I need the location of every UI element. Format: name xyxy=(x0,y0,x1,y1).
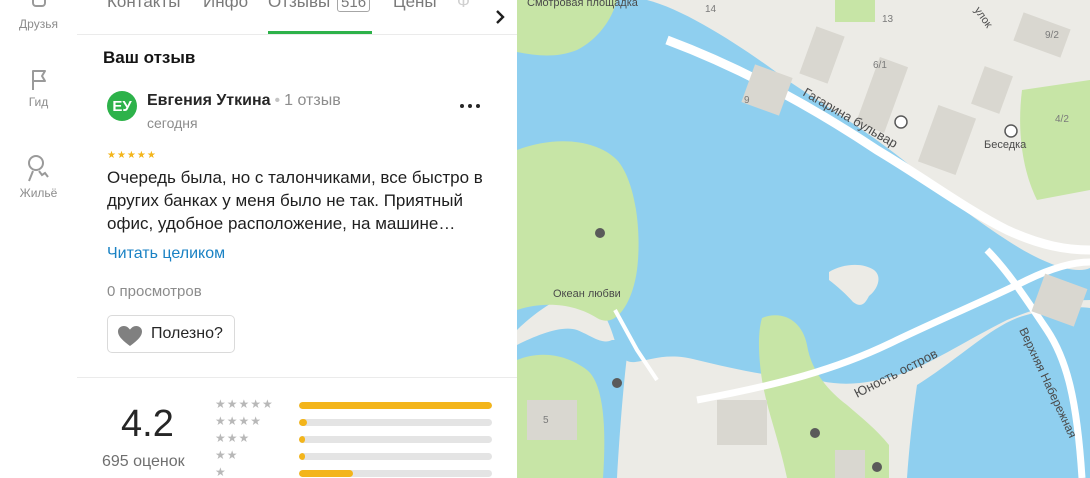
house-number: 6/1 xyxy=(873,60,887,71)
author-review-count: 1 отзыв xyxy=(284,92,341,109)
park-patch xyxy=(835,0,875,22)
tabs-scroll-right-button[interactable] xyxy=(483,0,517,33)
divider xyxy=(77,377,517,378)
author-name[interactable]: Евгения Уткина xyxy=(147,92,271,109)
rating-bar-fill xyxy=(299,436,305,443)
house-number: 9 xyxy=(744,95,750,106)
tab-info[interactable]: Инфо xyxy=(203,0,248,12)
rating-bar-fill xyxy=(299,453,305,460)
rating-row-3: ★★★ xyxy=(215,431,495,448)
rating-row-5: ★★★★★ xyxy=(215,397,495,414)
map-label-ocean-of-love: Океан любви xyxy=(553,288,621,300)
average-rating: 4.2 xyxy=(121,403,174,445)
rating-bar-track xyxy=(299,470,492,477)
author-separator: • xyxy=(274,92,281,109)
rating-row-stars: ★ xyxy=(215,465,227,478)
rating-row-stars: ★★ xyxy=(215,448,239,462)
tab-bar: Контакты Инфо Отзывы 516 Цены Ф xyxy=(77,0,517,35)
house-number: 14 xyxy=(705,4,717,15)
author-line: Евгения Уткина • 1 отзыв xyxy=(147,92,341,110)
poi-marker[interactable] xyxy=(810,428,820,438)
map-label-viewpoint: Смотровая площадка xyxy=(527,0,639,9)
heart-icon xyxy=(118,326,142,346)
east-park xyxy=(1020,80,1090,200)
views-count: 0 просмотров xyxy=(107,283,202,300)
nav-label-friends: Друзья xyxy=(19,17,58,31)
org-panel: Контакты Инфо Отзывы 516 Цены Ф Ваш отзы… xyxy=(77,0,517,478)
active-tab-indicator xyxy=(268,31,372,34)
map-label-gazebo: Беседка xyxy=(984,139,1027,151)
more-options-button[interactable] xyxy=(457,96,483,116)
rating-bar-track xyxy=(299,436,492,443)
map-canvas[interactable]: Смотровая площадка Океан любви Гагарина … xyxy=(517,0,1090,478)
avatar[interactable]: ЕУ xyxy=(107,91,137,121)
chevron-right-icon xyxy=(496,9,505,24)
tab-contacts[interactable]: Контакты xyxy=(107,0,180,12)
house-number: 9/2 xyxy=(1045,30,1059,41)
rating-row-1: ★ xyxy=(215,465,495,478)
friends-icon xyxy=(31,0,46,7)
rating-bar-fill xyxy=(299,419,307,426)
poi-marker[interactable] xyxy=(612,378,622,388)
rating-row-stars: ★★★★ xyxy=(215,414,263,428)
house-number: 13 xyxy=(882,14,894,25)
house-number: 5 xyxy=(543,415,549,426)
tab-reviews-label: Отзывы xyxy=(268,0,331,11)
rating-bar-fill xyxy=(299,470,354,477)
poi-marker[interactable] xyxy=(894,115,908,129)
rating-bar-track xyxy=(299,419,492,426)
poi-marker[interactable] xyxy=(1004,124,1018,138)
map-view[interactable]: Смотровая площадка Океан любви Гагарина … xyxy=(517,0,1090,478)
review-text: Очередь была, но с талончиками, все быст… xyxy=(107,168,483,233)
house-number: 4/2 xyxy=(1055,114,1069,125)
rating-row-stars: ★★★ xyxy=(215,431,251,445)
read-more-link[interactable]: Читать целиком xyxy=(107,245,225,263)
useful-button[interactable]: Полезно? xyxy=(107,315,235,353)
tab-reviews[interactable]: Отзывы 516 xyxy=(268,0,371,12)
rating-row-4: ★★★★ xyxy=(215,414,495,431)
nav-label-guide: Гид xyxy=(28,95,49,109)
nav-item-guide[interactable]: Гид xyxy=(0,68,77,109)
nav-item-housing[interactable]: Жильё xyxy=(0,153,77,200)
review-rating-stars: ★★★★★ xyxy=(107,150,157,161)
rating-bar-track xyxy=(299,402,492,409)
left-nav: Друзья Гид Жильё xyxy=(0,0,78,478)
useful-label: Полезно? xyxy=(151,325,223,342)
poi-marker[interactable] xyxy=(872,462,882,472)
ratings-count: 695 оценок xyxy=(102,453,185,470)
poi-marker[interactable] xyxy=(595,228,605,238)
section-title: Ваш отзыв xyxy=(103,48,196,67)
rating-row-stars: ★★★★★ xyxy=(215,397,274,411)
tab-prices[interactable]: Цены xyxy=(393,0,437,12)
rating-row-2: ★★ xyxy=(215,448,495,465)
more-dots-icon xyxy=(460,104,480,108)
house-key-icon xyxy=(27,155,49,182)
nav-label-housing: Жильё xyxy=(19,186,58,200)
tab-photos[interactable]: Ф xyxy=(457,0,470,12)
flag-icon xyxy=(31,70,46,90)
rating-bar-track xyxy=(299,453,492,460)
rating-bar-fill xyxy=(299,402,492,409)
review-date: сегодня xyxy=(147,115,198,131)
reviews-count-badge: 516 xyxy=(337,0,371,12)
nav-item-friends[interactable]: Друзья xyxy=(0,0,77,31)
